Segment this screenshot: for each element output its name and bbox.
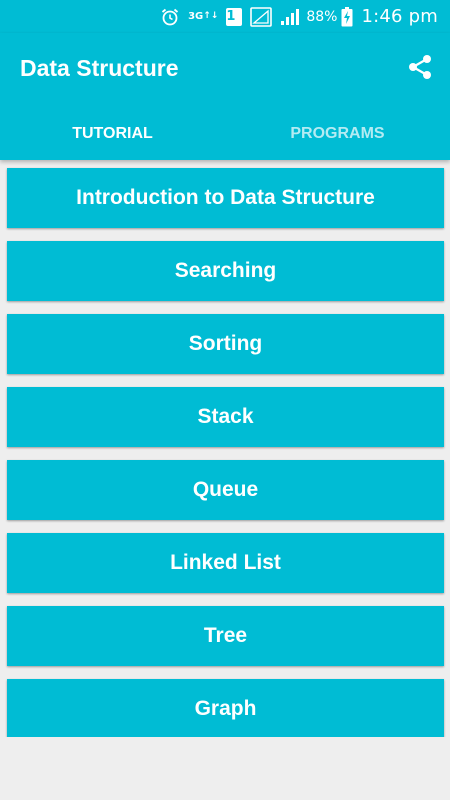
signal-icon <box>280 8 300 26</box>
share-icon <box>409 55 431 79</box>
topic-button-tree[interactable]: Tree <box>7 606 444 666</box>
app-bar: Data Structure TUTORIAL PROGRAMS <box>0 33 450 160</box>
battery-charging-icon <box>341 6 353 27</box>
clock-time: 1:46 pm <box>361 6 438 27</box>
status-bar: 3G ↑↓ 1 88% 1:46 pm <box>0 0 450 33</box>
tab-programs[interactable]: PROGRAMS <box>225 109 450 159</box>
topic-button-graph[interactable]: Graph <box>7 679 444 737</box>
topic-button-linked-list[interactable]: Linked List <box>7 533 444 593</box>
app-screen: 3G ↑↓ 1 88% 1:46 pm Data Structure TUTOR… <box>0 0 450 800</box>
topic-button-searching[interactable]: Searching <box>7 241 444 301</box>
signal-empty-icon <box>250 6 273 27</box>
battery-percent: 88% <box>306 8 338 25</box>
app-title: Data Structure <box>20 55 179 81</box>
topic-button-introduction[interactable]: Introduction to Data Structure <box>7 168 444 228</box>
topic-list-viewport[interactable]: Introduction to Data Structure Searching… <box>0 160 450 737</box>
topic-list: Introduction to Data Structure Searching… <box>7 168 444 737</box>
share-button[interactable] <box>406 53 434 81</box>
alarm-icon <box>160 7 180 27</box>
topic-button-queue[interactable]: Queue <box>7 460 444 520</box>
sim-badge: 1 <box>226 7 243 26</box>
topic-button-stack[interactable]: Stack <box>7 387 444 447</box>
tab-bar: TUTORIAL PROGRAMS <box>0 109 450 159</box>
topic-button-sorting[interactable]: Sorting <box>7 314 444 374</box>
tab-tutorial[interactable]: TUTORIAL <box>0 109 225 159</box>
network-3g-icon: 3G ↑↓ <box>188 11 219 22</box>
network-label: 3G <box>188 11 204 22</box>
